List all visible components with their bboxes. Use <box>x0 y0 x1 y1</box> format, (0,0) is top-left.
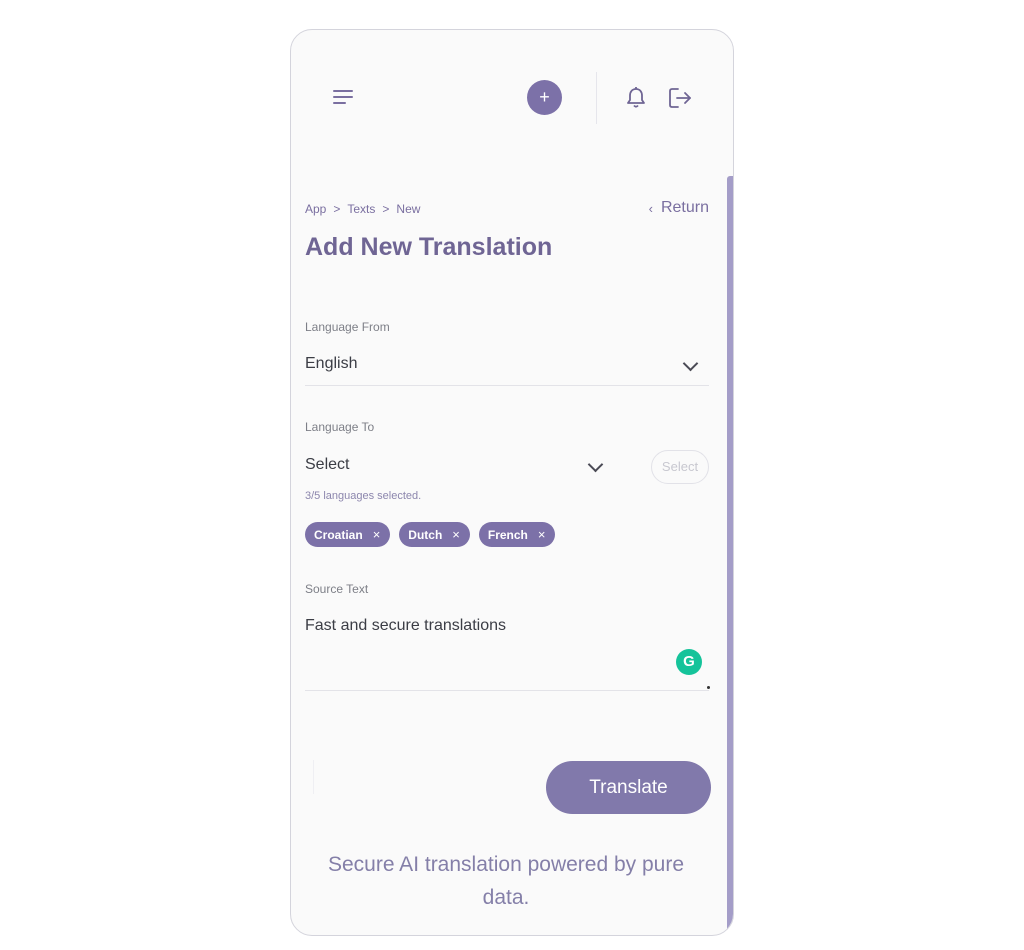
chip-label: French <box>487 527 528 542</box>
remove-chip-icon[interactable]: × <box>538 527 546 542</box>
source-text-label: Source Text <box>305 582 369 596</box>
tagline: Secure AI translation powered by pure da… <box>327 853 685 909</box>
return-link[interactable]: ‹ Return <box>649 199 709 217</box>
language-from-underline <box>305 385 709 386</box>
divider <box>313 760 314 794</box>
breadcrumb-separator: > <box>333 202 341 216</box>
breadcrumb: App > Texts > New <box>305 202 420 216</box>
breadcrumb-item-texts[interactable]: Texts <box>347 202 375 216</box>
source-text-underline <box>305 690 709 691</box>
chevron-left-icon: ‹ <box>648 200 653 216</box>
add-button[interactable]: + <box>527 80 562 115</box>
language-chip-croatian: Croatian × <box>305 522 391 547</box>
grammarly-icon[interactable]: G <box>676 649 702 675</box>
page-title: Add New Translation <box>305 233 553 261</box>
language-to-label: Language To <box>305 420 375 434</box>
resize-handle-icon[interactable] <box>707 686 710 689</box>
chip-label: Dutch <box>408 527 443 542</box>
language-chip-french: French × <box>478 522 556 547</box>
breadcrumb-item-app[interactable]: App <box>305 202 326 216</box>
language-from-label: Language From <box>305 320 390 334</box>
bell-icon[interactable] <box>625 86 647 110</box>
translate-button[interactable]: Translate <box>546 761 711 814</box>
languages-selected-hint: 3/5 languages selected. <box>305 490 422 502</box>
logout-icon[interactable] <box>668 86 694 110</box>
hamburger-menu-icon[interactable] <box>333 88 355 108</box>
breadcrumb-item-new: New <box>396 202 421 216</box>
scrollbar[interactable] <box>727 176 733 935</box>
chip-label: Croatian <box>314 527 363 542</box>
language-to-select[interactable]: Select <box>305 456 349 474</box>
app-window: + App > Texts > New ‹ Return Add New Tra… <box>290 29 734 936</box>
header-divider <box>596 72 597 124</box>
selected-languages: Croatian × Dutch × French × <box>305 522 564 547</box>
language-chip-dutch: Dutch × <box>399 522 470 547</box>
chevron-down-icon[interactable] <box>682 355 699 372</box>
return-label: Return <box>660 199 709 216</box>
language-from-select[interactable]: English <box>305 355 357 373</box>
select-languages-button[interactable]: Select <box>651 450 709 484</box>
chevron-down-icon[interactable] <box>587 456 604 473</box>
remove-chip-icon[interactable]: × <box>452 527 460 542</box>
source-text-area[interactable]: Fast and secure translations <box>305 617 705 687</box>
breadcrumb-separator: > <box>382 202 390 216</box>
remove-chip-icon[interactable]: × <box>373 527 381 542</box>
